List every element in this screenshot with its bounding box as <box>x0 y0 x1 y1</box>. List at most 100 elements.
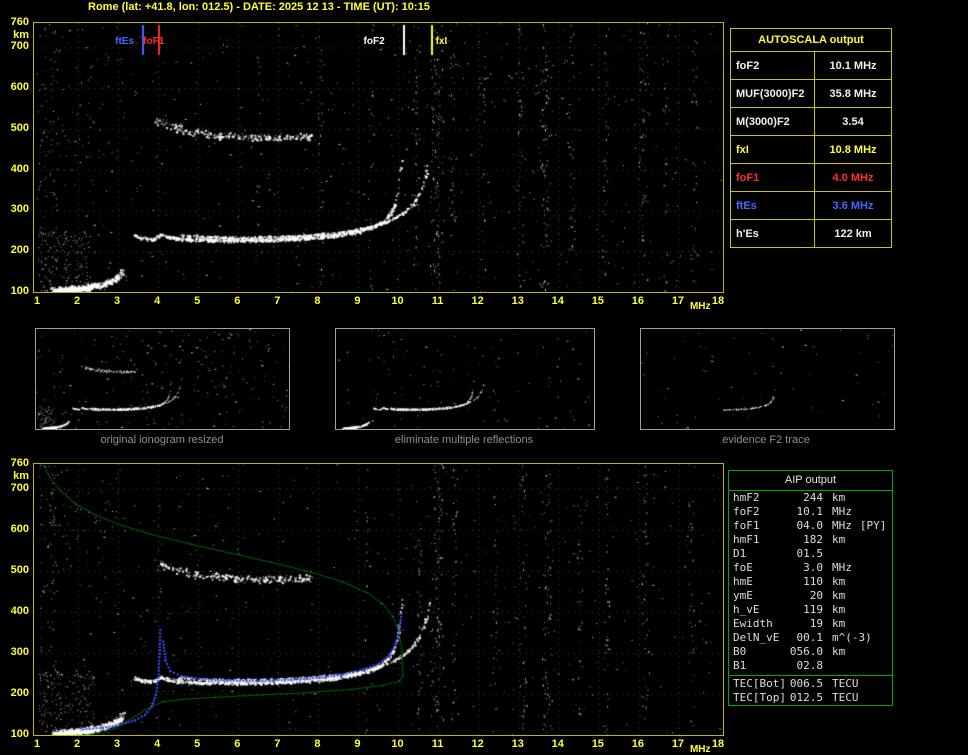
thumbnail-eliminate-canvas <box>336 329 594 429</box>
aip-param-label: foF2 <box>733 505 760 518</box>
aip-tec-rows: TEC[Bot] 006.5 TECU TEC[Top] 012.5 TECU <box>729 675 892 705</box>
aip-row-fof2: foF2 10.1 MHz <box>729 505 892 519</box>
aip-row-hmf1: hmF1 182 km <box>729 533 892 547</box>
aip-param-value: 110 <box>803 575 823 588</box>
top-xtick-1: 1 <box>33 295 41 307</box>
top-y-axis-unit: km <box>13 29 29 41</box>
aip-param-unit: TECU <box>832 677 859 690</box>
autoscala-value: 10.8 MHz <box>829 143 877 156</box>
aip-param-value: 20 <box>809 589 823 602</box>
aip-param-label: hmE <box>733 575 753 588</box>
top-ytick-760: 760 <box>10 16 29 28</box>
aip-param-label: B1 <box>733 659 747 672</box>
aip-param-label: D1 <box>733 547 747 560</box>
autoscala-value: 122 km <box>834 227 872 240</box>
thumbnail-original-ionogram <box>35 328 290 430</box>
caption-evidence-f2: evidence F2 trace <box>722 434 810 446</box>
aip-param-unit: km <box>832 617 846 630</box>
caption-eliminate-reflections: eliminate multiple reflections <box>394 434 534 446</box>
ionogram-top-plot <box>33 22 724 293</box>
aip-param-unit: km <box>832 533 846 546</box>
aip-param-unit: km <box>832 645 846 658</box>
bottom-ytick-700: 700 <box>10 481 29 494</box>
bottom-xtick-10: 10 <box>391 738 404 750</box>
aip-row-yme: ymE 20 km <box>729 589 892 603</box>
bottom-xtick-9: 9 <box>354 738 361 750</box>
aip-param-unit: km <box>832 575 846 588</box>
aip-param-value: 012.5 <box>789 691 823 704</box>
top-xtick-11: 11 <box>431 295 444 307</box>
bottom-ytick-760: 760 <box>10 457 29 469</box>
autoscala-label: M(3000)F2 <box>731 108 815 135</box>
autoscala-row-muf3000f2: MUF(3000)F2 35.8 MHz <box>731 80 891 108</box>
aip-param-unit: MHz <box>832 561 852 574</box>
top-marker-label-fxi: fxI <box>435 36 448 47</box>
top-xtick-8: 8 <box>314 295 321 307</box>
aip-param-unit: m^(-3) <box>832 631 872 644</box>
aip-param-unit: MHz <box>832 519 852 532</box>
top-marker-label-ftes: ftEs <box>115 36 135 47</box>
bottom-ytick-500: 500 <box>10 563 29 576</box>
autoscala-row-fof1: foF1 4.0 MHz <box>731 164 891 192</box>
top-xtick-18: 18 <box>711 295 725 307</box>
bottom-xtick-16: 16 <box>631 738 644 750</box>
autoscala-row-hes: h'Es 122 km <box>731 220 891 247</box>
top-ytick-300: 300 <box>10 203 29 216</box>
aip-row-hmf2: hmF2 244 km <box>729 491 892 505</box>
top-marker-label-fof1: foF1 <box>143 36 165 47</box>
autoscala-table-rows: foF2 10.1 MHz MUF(3000)F2 35.8 MHz M(3000)F2… <box>731 52 891 247</box>
aip-row-b0: B0 056.0 km <box>729 645 892 659</box>
autoscala-row-ftes: ftEs 3.6 MHz <box>731 192 891 220</box>
bottom-ytick-400: 400 <box>10 604 29 617</box>
bottom-xtick-11: 11 <box>431 738 444 750</box>
autoscala-value: 4.0 MHz <box>832 171 874 184</box>
aip-param-label: ymE <box>733 589 753 602</box>
thumbnail-evidence-canvas <box>641 329 894 429</box>
top-xtick-14: 14 <box>551 295 564 307</box>
autoscala-table-title: AUTOSCALA output <box>731 29 891 52</box>
bottom-y-axis-unit: km <box>13 470 29 482</box>
bottom-xtick-2: 2 <box>73 738 81 750</box>
aip-param-value: 04.0 <box>796 519 824 532</box>
top-xtick-10: 10 <box>391 295 404 307</box>
aip-param-label: TEC[Bot] <box>733 677 786 690</box>
autoscala-row-m3000f2: M(3000)F2 3.54 <box>731 108 891 136</box>
top-xtick-5: 5 <box>194 295 201 307</box>
autoscala-row-fof2: foF2 10.1 MHz <box>731 52 891 80</box>
bottom-xtick-1: 1 <box>33 738 41 750</box>
top-xtick-7: 7 <box>274 295 281 307</box>
bottom-xtick-3: 3 <box>114 738 121 750</box>
aip-param-value: 10.1 <box>796 505 824 518</box>
aip-param-value: 006.5 <box>789 677 823 690</box>
aip-param-label: Ewidth <box>733 617 773 630</box>
top-xtick-12: 12 <box>471 295 484 307</box>
caption-original-ionogram: original ionogram resized <box>100 434 224 446</box>
page-title: Rome (lat: +41.8, lon: 012.5) - DATE: 20… <box>88 1 430 13</box>
aip-param-value: 02.8 <box>796 659 824 672</box>
aip-param-value: 00.1 <box>796 631 824 644</box>
aip-row-d1: D1 01.5 <box>729 547 892 561</box>
aip-param-label: B0 <box>733 645 747 658</box>
autoscala-label: ftEs <box>731 192 815 219</box>
top-xtick-15: 15 <box>591 295 604 307</box>
bottom-xtick-13: 13 <box>511 738 524 750</box>
ionogram-bottom-canvas <box>34 464 723 735</box>
aip-row-foe: foE 3.0 MHz <box>729 561 892 575</box>
bottom-xtick-7: 7 <box>274 738 281 750</box>
top-ytick-200: 200 <box>10 244 29 257</box>
thumbnail-eliminate-reflections <box>335 328 595 430</box>
aip-param-value: 244 <box>803 491 823 504</box>
aip-param-unit: km <box>832 491 846 504</box>
aip-param-value: 01.5 <box>796 547 824 560</box>
top-x-axis-unit: MHz <box>689 301 711 312</box>
aip-row-ewidth: Ewidth 19 km <box>729 617 892 631</box>
ionogram-bottom-plot <box>33 463 724 736</box>
autoscala-value: 35.8 MHz <box>829 87 877 100</box>
top-ytick-700: 700 <box>10 40 29 53</box>
top-xtick-2: 2 <box>73 295 81 307</box>
aip-param-label: foF1 <box>733 519 760 532</box>
aip-param-value: 119 <box>803 603 823 616</box>
bottom-xtick-8: 8 <box>314 738 321 750</box>
autoscala-table: AUTOSCALA output foF2 10.1 MHz MUF(3000)F2… <box>730 28 892 248</box>
aip-row-delnve: DelN_vE 00.1 m^(-3) <box>729 631 892 645</box>
